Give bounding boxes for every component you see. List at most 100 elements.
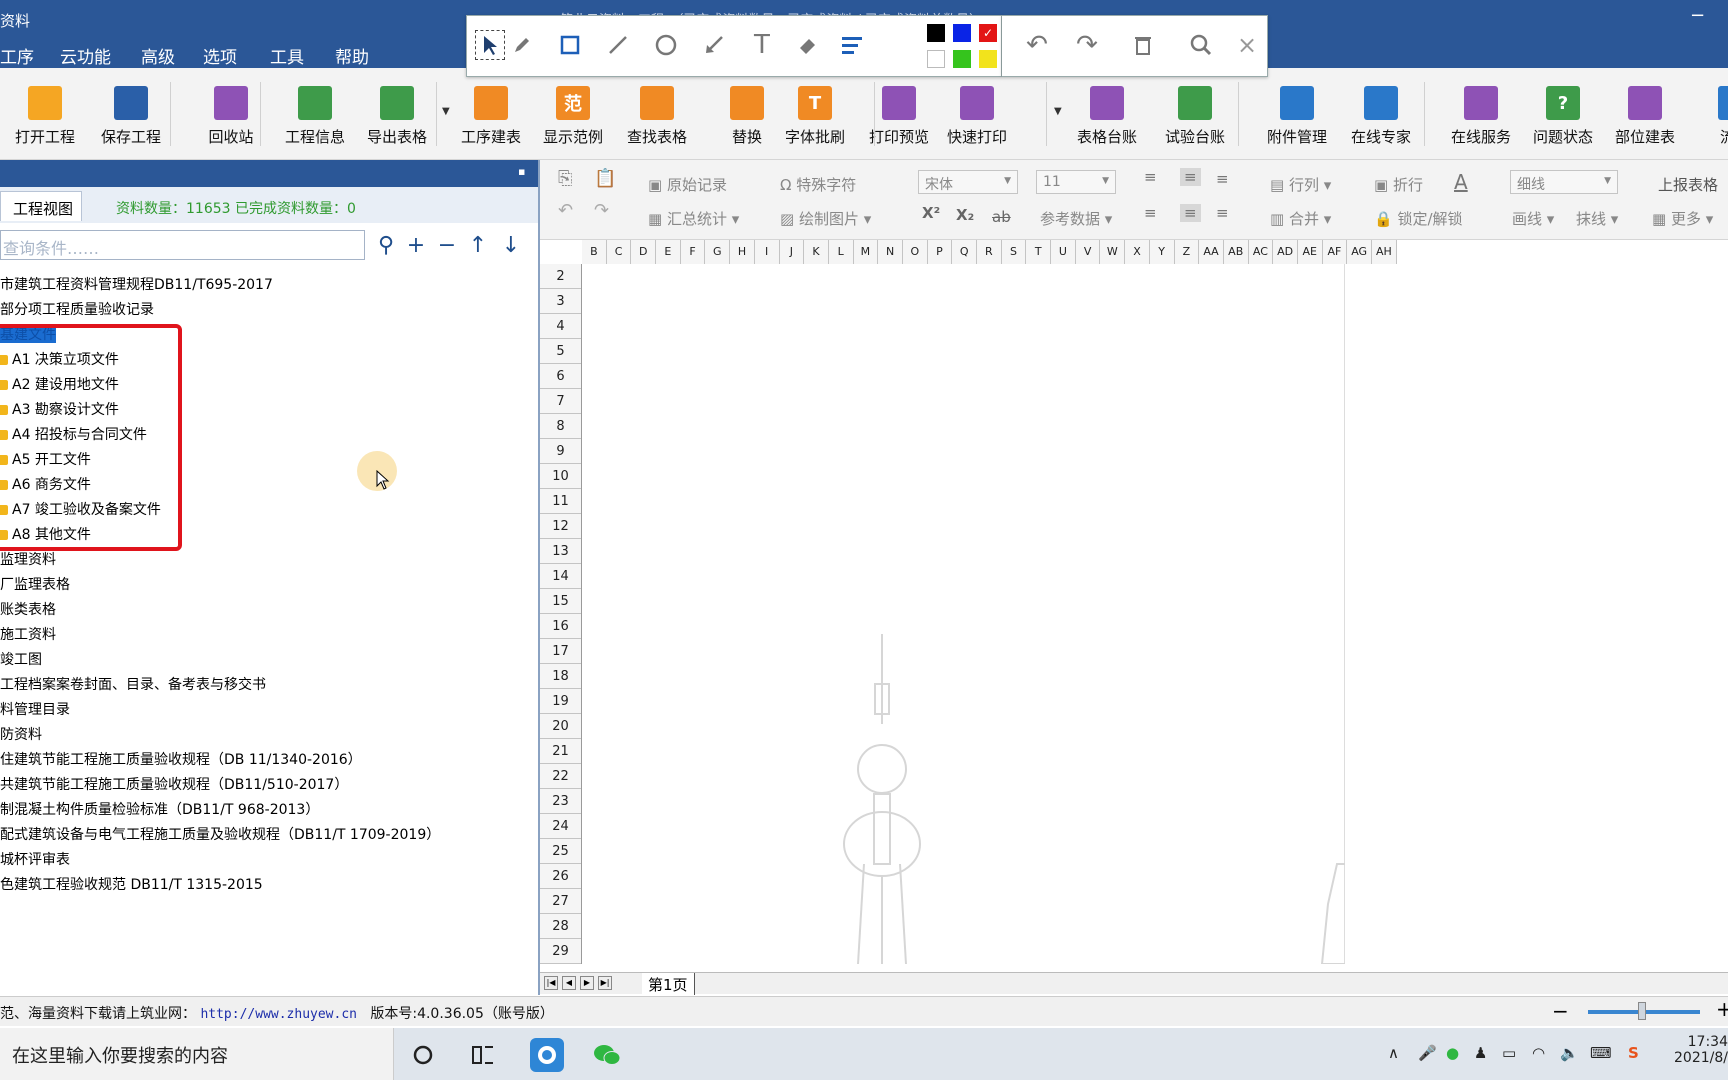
- row-header[interactable]: 10: [540, 464, 581, 489]
- menu-tools[interactable]: 工具: [270, 43, 304, 68]
- toolbar-button-15[interactable]: 在线专家: [1336, 86, 1426, 147]
- pen-icon[interactable]: [507, 30, 537, 60]
- first-sheet-button[interactable]: |◀: [544, 976, 558, 990]
- column-header[interactable]: T: [1026, 240, 1052, 264]
- toolbar-button-3[interactable]: 工程信息: [270, 86, 360, 147]
- row-header[interactable]: 23: [540, 789, 581, 814]
- column-header[interactable]: AC: [1248, 240, 1274, 264]
- toolbar-button-19[interactable]: 流水: [1690, 86, 1728, 147]
- qq-icon[interactable]: ♟: [1474, 1044, 1487, 1062]
- column-header[interactable]: X: [1125, 240, 1150, 264]
- color-black-swatch[interactable]: [927, 24, 945, 42]
- menu-advanced[interactable]: 高级: [141, 43, 175, 68]
- tab-project-view[interactable]: 工程视图: [0, 191, 82, 221]
- row-header[interactable]: 25: [540, 839, 581, 864]
- row-header[interactable]: 14: [540, 564, 581, 589]
- row-header[interactable]: 12: [540, 514, 581, 539]
- lock-button[interactable]: 🔒 锁定/解锁: [1374, 208, 1463, 229]
- align-middle-icon[interactable]: ≡: [1180, 168, 1201, 186]
- column-header[interactable]: U: [1051, 240, 1076, 264]
- sheet-canvas[interactable]: [582, 264, 1379, 965]
- line-style-select[interactable]: 细线 ▼: [1510, 170, 1618, 194]
- tree-item[interactable]: 城杯评审表: [0, 849, 70, 869]
- select-icon[interactable]: [475, 30, 505, 60]
- report-table-button[interactable]: 上报表格: [1658, 174, 1718, 195]
- summary-button[interactable]: ▦ 汇总统计 ▾: [648, 208, 739, 229]
- menu-help[interactable]: 帮助: [335, 43, 369, 68]
- line-style-icon[interactable]: [837, 30, 867, 60]
- column-header[interactable]: AA: [1199, 240, 1224, 264]
- remove-icon[interactable]: −: [434, 233, 460, 258]
- column-header[interactable]: Q: [952, 240, 977, 264]
- column-header[interactable]: AD: [1273, 240, 1298, 264]
- column-header[interactable]: G: [705, 240, 731, 264]
- zoom-icon[interactable]: [1186, 30, 1216, 60]
- toolbar-button-12[interactable]: 表格台账: [1062, 86, 1152, 147]
- ellipse-icon[interactable]: [651, 30, 681, 60]
- toolbar-button-10[interactable]: 打印预览: [854, 86, 944, 147]
- row-header[interactable]: 18: [540, 664, 581, 689]
- row-header[interactable]: 2: [540, 264, 581, 289]
- special-char-button[interactable]: Ω 特殊字符: [780, 174, 856, 195]
- toolbar-button-9[interactable]: T 字体批刷: [770, 86, 860, 147]
- reference-data-button[interactable]: 参考数据 ▾: [1040, 208, 1112, 229]
- tree-item[interactable]: 制混凝土构件质量检验标准（DB11/T 968-2013）: [0, 799, 319, 819]
- row-header[interactable]: 19: [540, 689, 581, 714]
- arrow-icon[interactable]: [699, 30, 729, 60]
- column-header[interactable]: S: [1001, 240, 1027, 264]
- menu-process[interactable]: 工序: [0, 43, 34, 68]
- column-header[interactable]: B: [582, 240, 607, 264]
- toolbar-button-4[interactable]: 导出表格: [352, 86, 442, 147]
- tree-item[interactable]: 工程档案案卷封面、目录、备考表与移交书: [0, 674, 266, 694]
- column-header[interactable]: K: [804, 240, 829, 264]
- column-header[interactable]: D: [631, 240, 657, 264]
- zoom-out-icon[interactable]: −: [1552, 999, 1569, 1023]
- column-header[interactable]: AF: [1322, 240, 1348, 264]
- more-button[interactable]: ▦ 更多 ▾: [1652, 208, 1713, 229]
- row-header[interactable]: 21: [540, 739, 581, 764]
- menu-options[interactable]: 选项: [203, 43, 237, 68]
- font-color-icon[interactable]: A: [1454, 170, 1468, 194]
- line-icon[interactable]: [603, 30, 633, 60]
- dropdown-arrow-icon[interactable]: ▼: [442, 106, 450, 117]
- input-method-icon[interactable]: ⌨: [1590, 1044, 1612, 1062]
- wechat-icon[interactable]: [590, 1038, 624, 1072]
- taskbar-search[interactable]: 在这里输入你要搜索的内容: [0, 1028, 394, 1080]
- row-header[interactable]: 7: [540, 389, 581, 414]
- last-sheet-button[interactable]: ▶|: [598, 976, 612, 990]
- align-top-icon[interactable]: ≡: [1144, 168, 1157, 186]
- system-clock[interactable]: 17:34 2021/8/: [1672, 1034, 1728, 1066]
- dropdown-arrow-icon[interactable]: ▼: [1054, 106, 1062, 117]
- row-header[interactable]: 3: [540, 289, 581, 314]
- delete-icon[interactable]: [1128, 30, 1158, 60]
- row-header[interactable]: 5: [540, 339, 581, 364]
- volume-icon[interactable]: 🔈: [1560, 1044, 1579, 1062]
- strikethrough-button[interactable]: ab: [992, 208, 1011, 226]
- align-left-icon[interactable]: ≡: [1144, 204, 1157, 222]
- column-header[interactable]: N: [878, 240, 903, 264]
- draw-line-button[interactable]: 画线 ▾: [1512, 208, 1554, 229]
- toolbar-button-1[interactable]: 保存工程: [86, 86, 176, 147]
- tree-item[interactable]: 防资料: [0, 724, 42, 744]
- wrap-button[interactable]: ▣ 折行: [1374, 174, 1423, 195]
- original-record-button[interactable]: ▣ 原始记录: [648, 174, 727, 195]
- color-blue-swatch[interactable]: [953, 24, 971, 42]
- column-header[interactable]: AG: [1347, 240, 1372, 264]
- toolbar-button-2[interactable]: 回收站: [186, 86, 276, 147]
- rectangle-icon[interactable]: [555, 30, 585, 60]
- color-red-swatch[interactable]: ✓: [979, 24, 997, 42]
- row-header[interactable]: 24: [540, 814, 581, 839]
- font-select[interactable]: 宋体 ▼: [918, 170, 1018, 194]
- row-header[interactable]: 17: [540, 639, 581, 664]
- website-link[interactable]: http://www.zhuyew.cn: [200, 1007, 357, 1022]
- tree-item[interactable]: 施工资料: [0, 624, 56, 644]
- pin-icon[interactable]: ▪: [518, 165, 525, 178]
- add-icon[interactable]: +: [403, 233, 429, 258]
- tree-item[interactable]: 账类表格: [0, 599, 56, 619]
- column-header[interactable]: AH: [1372, 240, 1397, 264]
- row-header[interactable]: 8: [540, 414, 581, 439]
- row-header[interactable]: 16: [540, 614, 581, 639]
- toolbar-button-0[interactable]: 打开工程: [0, 86, 90, 147]
- sogou-icon[interactable]: S: [1628, 1044, 1639, 1062]
- tree-item[interactable]: 共建筑节能工程施工质量验收规程（DB11/510-2017）: [0, 774, 348, 794]
